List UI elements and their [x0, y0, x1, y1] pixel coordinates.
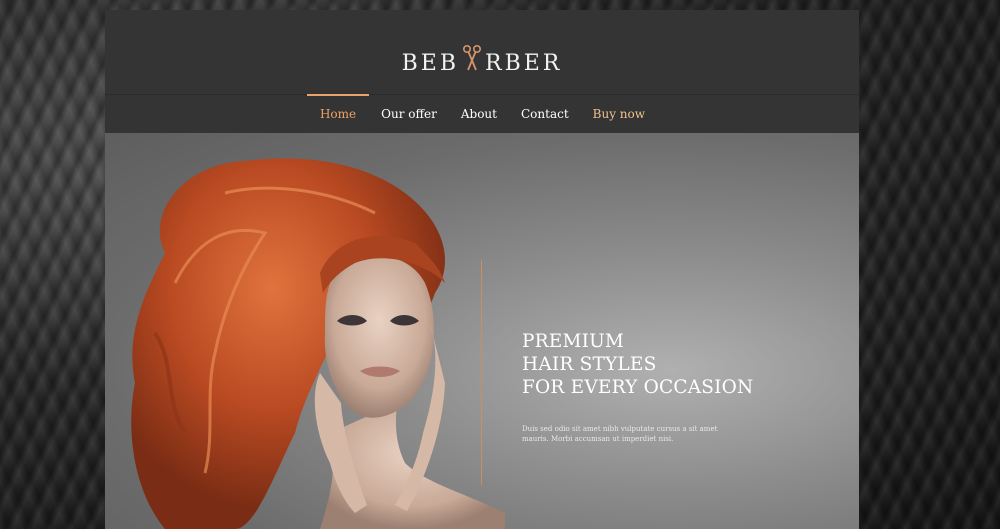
scissors-icon [463, 44, 482, 71]
site-container: BEB RBER Home Our offer About Contact Bu… [105, 10, 859, 529]
main-nav: Home Our offer About Contact Buy now [105, 94, 859, 133]
logo-text-start: BEB [401, 51, 460, 76]
nav-item-buy-now[interactable]: Buy now [581, 94, 657, 133]
headline-line-2: HAIR STYLES [522, 354, 657, 375]
nav-item-contact[interactable]: Contact [509, 94, 581, 133]
nav-item-home[interactable]: Home [306, 94, 370, 133]
hero-accent-line [481, 260, 482, 485]
hero-headline: PREMIUM HAIR STYLES FOR EVERY OCCASION [522, 330, 753, 399]
nav-item-our-offer[interactable]: Our offer [369, 94, 449, 133]
hero-section: PREMIUM HAIR STYLES FOR EVERY OCCASION D… [105, 133, 859, 529]
nav-item-about[interactable]: About [449, 94, 509, 133]
headline-line-1: PREMIUM [522, 331, 625, 352]
logo[interactable]: BEB RBER [105, 44, 859, 76]
header: BEB RBER Home Our offer About Contact Bu… [105, 10, 859, 133]
hero-body-text: Duis sed odio sit amet nibh vulputate cu… [522, 425, 718, 443]
headline-line-3: FOR EVERY OCCASION [522, 377, 754, 398]
logo-text-end: RBER [485, 51, 563, 76]
hero-model-image [131, 158, 505, 529]
